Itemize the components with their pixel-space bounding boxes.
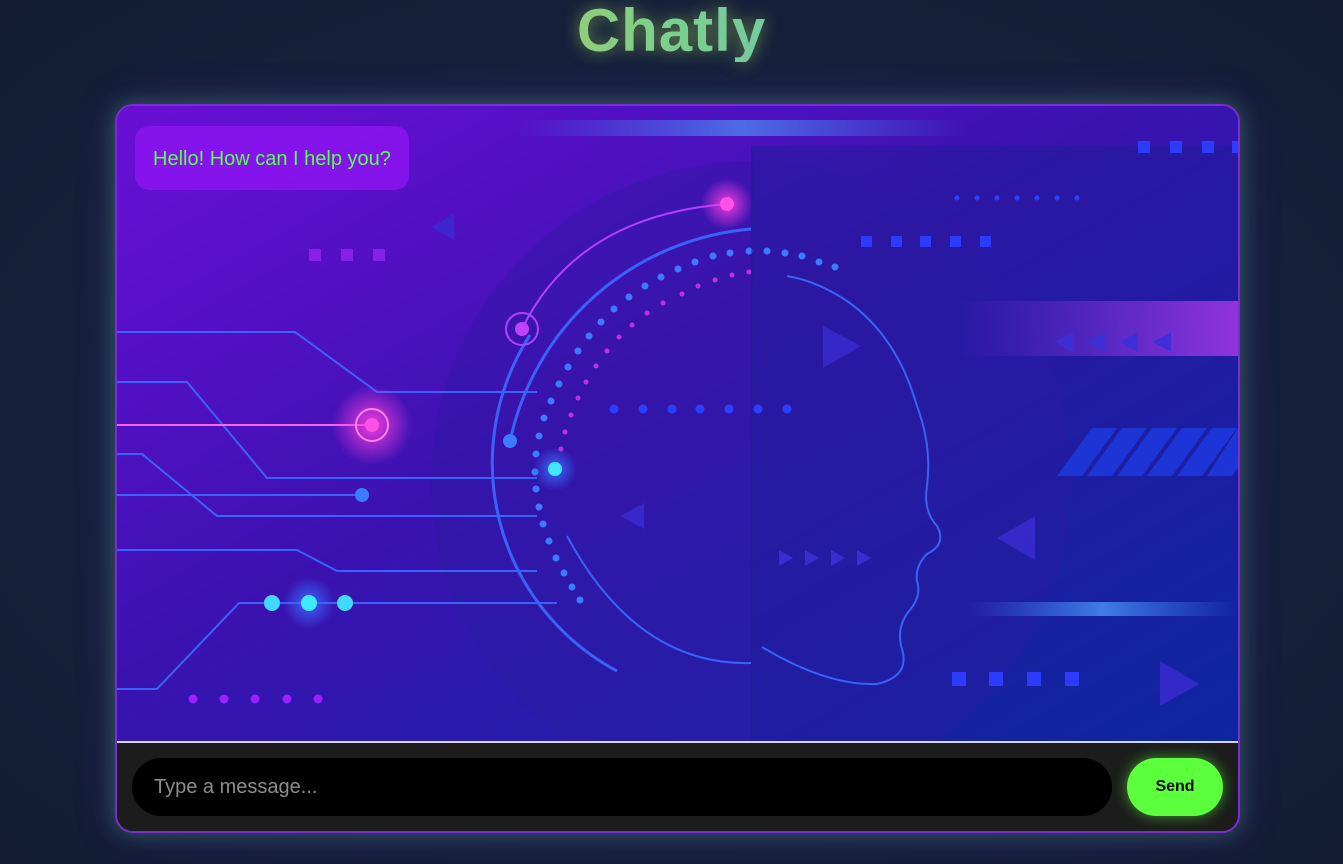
message-composer: Send bbox=[117, 743, 1238, 831]
message-input[interactable] bbox=[132, 758, 1112, 816]
send-button[interactable]: Send bbox=[1127, 758, 1223, 816]
bot-message-bubble: Hello! How can I help you? bbox=[135, 126, 409, 190]
chat-window: Hello! How can I help you? Send bbox=[115, 104, 1240, 833]
ai-head-background-illustration bbox=[117, 106, 1238, 741]
chat-messages[interactable]: Hello! How can I help you? bbox=[117, 106, 1238, 743]
app-title: Chatly bbox=[0, 0, 1343, 62]
